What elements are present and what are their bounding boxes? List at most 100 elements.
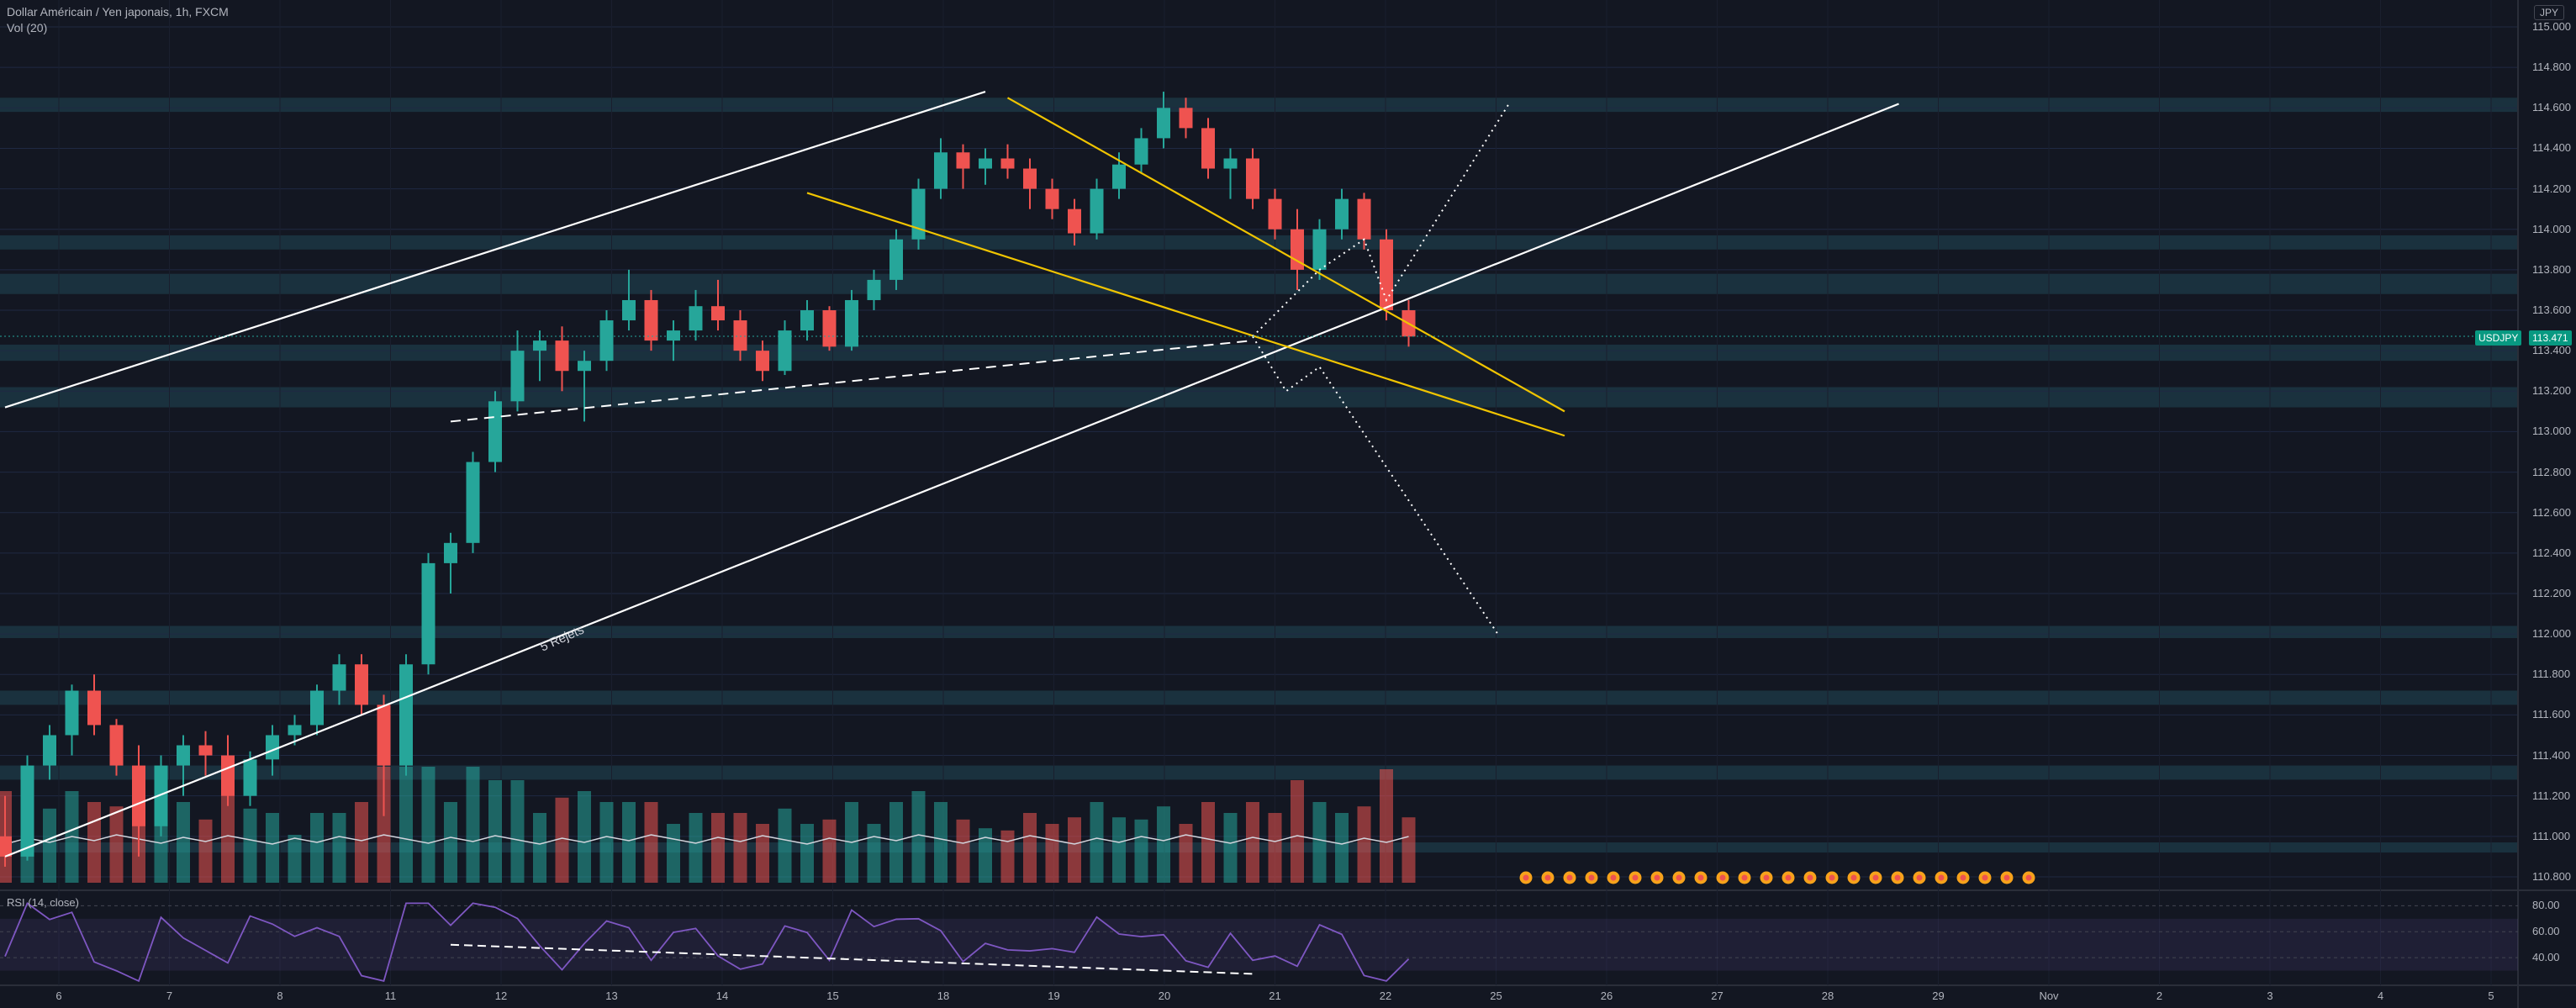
volume-bar — [288, 835, 302, 883]
time-tick: 11 — [384, 990, 397, 1002]
volume-bar — [1201, 802, 1215, 883]
time-tick: 4 — [2377, 990, 2384, 1002]
candle-body — [65, 690, 79, 736]
volume-bar — [578, 791, 591, 883]
event-marker-dot — [1785, 874, 1792, 881]
time-tick: 28 — [1821, 990, 1834, 1002]
event-marker-dot — [1544, 874, 1551, 881]
volume-bar — [310, 813, 324, 883]
volume-bar — [109, 806, 124, 883]
volume-bar — [355, 802, 368, 883]
time-tick: 15 — [826, 990, 839, 1002]
volume-bar — [1312, 802, 1327, 883]
candle-body — [889, 239, 903, 280]
rsi-tick: 60.00 — [2532, 925, 2560, 938]
time-tick: 20 — [1158, 990, 1171, 1002]
candle-body — [510, 351, 525, 402]
time-tick: 6 — [55, 990, 62, 1002]
candle-body — [132, 765, 145, 826]
candle-body — [979, 158, 992, 169]
candle-body — [599, 320, 614, 362]
volume-bar — [756, 824, 769, 883]
candle-body — [845, 299, 858, 347]
time-tick: 26 — [1600, 990, 1613, 1002]
volume-bar — [1179, 824, 1193, 883]
event-marker-dot — [1741, 874, 1748, 881]
volume-indicator-label[interactable]: Vol (20) — [7, 21, 47, 34]
volume-bar — [177, 802, 190, 883]
candle-body — [622, 299, 636, 321]
price-tick: 111.400 — [2532, 748, 2571, 762]
volume-bar — [198, 819, 213, 883]
time-tick: 7 — [166, 990, 173, 1002]
candle-body — [109, 725, 124, 766]
volume-bar — [1223, 813, 1238, 883]
price-tick: 111.600 — [2532, 708, 2571, 721]
candle-body — [1068, 208, 1081, 234]
volume-bar — [1045, 824, 1059, 883]
price-tick: 112.000 — [2532, 627, 2572, 641]
event-marker-dot — [1632, 874, 1639, 881]
currency-box[interactable]: JPY — [2534, 5, 2564, 20]
candle-body — [1357, 198, 1371, 240]
sr-zone — [0, 98, 2518, 113]
rsi-band — [0, 918, 2518, 971]
candle-body — [1312, 229, 1327, 270]
volume-bar — [911, 791, 926, 883]
volume-bar — [800, 824, 814, 883]
volume-bar — [711, 813, 725, 883]
candle-body — [399, 664, 413, 766]
volume-bar — [622, 802, 636, 883]
symbol-badge: USDJPY — [2475, 330, 2522, 346]
candle-body — [644, 299, 658, 341]
candle-body — [87, 690, 101, 726]
price-tick: 111.200 — [2532, 789, 2571, 802]
price-tick: 112.800 — [2532, 465, 2572, 478]
candle-body — [733, 320, 747, 351]
event-marker-dot — [1829, 874, 1835, 881]
candle-body — [20, 765, 34, 857]
time-tick: 19 — [1048, 990, 1060, 1002]
price-chart[interactable] — [0, 0, 2576, 1008]
volume-bar — [510, 780, 525, 883]
candle-body — [867, 279, 881, 300]
candle-body — [488, 401, 502, 462]
volume-bar — [689, 813, 703, 883]
time-tick: 12 — [494, 990, 508, 1002]
price-tick: 114.000 — [2532, 222, 2572, 235]
volume-bar — [555, 797, 569, 883]
candle-body — [555, 340, 569, 372]
rsi-pane — [0, 901, 2518, 983]
bearish-projection-path — [1252, 335, 1499, 635]
time-tick: 21 — [1269, 990, 1281, 1002]
candle-body — [778, 330, 792, 372]
volume-bar — [778, 808, 792, 883]
event-marker-dot — [1807, 874, 1813, 881]
event-marker-dot — [1610, 874, 1617, 881]
candle-body — [221, 755, 235, 796]
price-tick: 112.600 — [2532, 505, 2572, 519]
candle-body — [177, 745, 190, 766]
volume-bar — [1291, 780, 1304, 883]
rsi-indicator-label[interactable]: RSI (14, close) — [7, 896, 79, 909]
candle-body — [1246, 158, 1259, 199]
volume-bar — [867, 824, 881, 883]
event-marker-dot — [2025, 874, 2032, 881]
volume-bar — [444, 802, 457, 883]
candle-body — [1268, 198, 1282, 230]
price-tick: 114.400 — [2532, 141, 2572, 155]
candle-body — [1045, 188, 1059, 209]
volume-bar — [644, 802, 658, 883]
candle-body — [1112, 164, 1126, 189]
candle-body — [332, 664, 346, 691]
candle-body — [243, 759, 257, 796]
price-tick: 113.400 — [2532, 344, 2572, 357]
time-tick: 27 — [1711, 990, 1723, 1002]
volume-bar — [733, 813, 747, 883]
wedge-upper-line — [1006, 97, 1565, 413]
volume-bar — [956, 819, 970, 883]
event-marker-dot — [1960, 874, 1966, 881]
volume-bar — [667, 824, 680, 883]
candle-body — [578, 361, 591, 372]
time-tick: 2 — [2156, 990, 2163, 1002]
